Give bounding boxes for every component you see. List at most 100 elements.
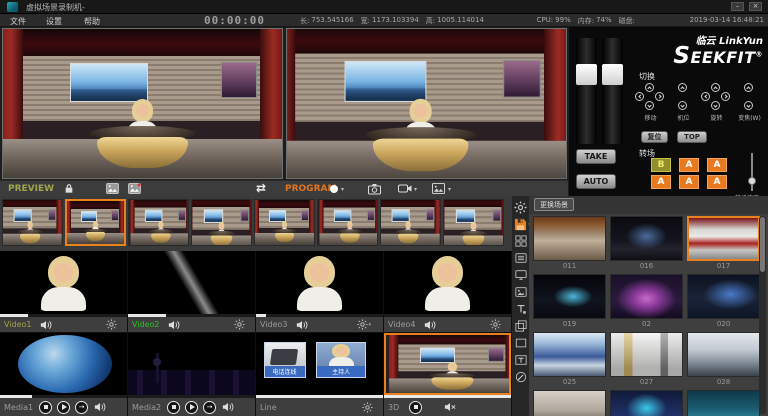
stop-button[interactable] [409, 401, 422, 414]
transition-a-button[interactable]: A [679, 158, 699, 172]
rotate-left-button[interactable] [701, 92, 710, 101]
slider-thumb[interactable] [748, 177, 756, 185]
move-up-button[interactable] [645, 83, 654, 92]
source-tile-video2[interactable]: Video2 [128, 251, 255, 332]
shot-thumbnail[interactable] [128, 199, 189, 246]
position-down-button[interactable] [678, 101, 687, 110]
rotate-down-button[interactable] [711, 101, 720, 110]
shot-thumbnail[interactable] [317, 199, 378, 246]
speaker-icon[interactable] [40, 320, 52, 330]
menu-file[interactable]: 文件 [10, 16, 26, 27]
frame-icon[interactable] [514, 336, 528, 350]
record-options-caret-icon[interactable]: ▾ [341, 186, 344, 193]
picture-output-icon[interactable] [432, 183, 445, 194]
snapshot-image-alert-icon[interactable] [128, 183, 141, 194]
phone-call-thumbnail[interactable]: 电话连线 [264, 342, 306, 378]
scene-scrollbar[interactable] [759, 216, 766, 414]
camera-snapshot-icon[interactable] [368, 183, 381, 195]
loop-button[interactable]: → [75, 401, 88, 414]
close-button[interactable]: × [749, 2, 762, 11]
lock-icon[interactable] [64, 183, 74, 194]
source-tile-video3[interactable]: Video3 ▾ [256, 251, 383, 332]
play-button[interactable] [185, 401, 198, 414]
zoom-out-button[interactable] [744, 101, 753, 110]
text-tool-icon[interactable] [514, 302, 528, 316]
source-tile-media1[interactable]: Media1 → [0, 333, 127, 416]
shot-thumbnail[interactable] [2, 199, 63, 246]
scene-item-selected[interactable]: 017 [687, 216, 760, 272]
auto-button[interactable]: AUTO [576, 174, 616, 189]
position-up-button[interactable] [678, 83, 687, 92]
shot-thumbnail[interactable] [191, 199, 252, 246]
transition-a-button[interactable]: A [707, 158, 727, 172]
scene-item[interactable]: 02 [610, 274, 683, 330]
speaker-icon[interactable] [222, 402, 234, 412]
shot-thumbnail-selected[interactable] [65, 199, 126, 246]
source-tile-3d[interactable]: 3D [384, 333, 511, 416]
speaker-icon[interactable] [94, 402, 106, 412]
scene-item[interactable] [533, 390, 606, 416]
loop-button[interactable]: → [203, 401, 216, 414]
settings-gear-icon[interactable] [514, 200, 528, 214]
host-thumbnail[interactable]: 主持人 [316, 342, 367, 378]
transition-b-button[interactable]: B [651, 158, 671, 172]
t-bar-handle[interactable] [576, 64, 597, 85]
change-scene-tab[interactable]: 更换场景 [534, 198, 574, 211]
gear-icon[interactable] [106, 319, 117, 330]
gear-icon[interactable] [234, 319, 245, 330]
stop-button[interactable] [167, 401, 180, 414]
source-tile-line[interactable]: 电话连线 主持人 Line [256, 333, 383, 416]
scene-item[interactable]: 027 [610, 332, 683, 388]
media-image-icon[interactable] [514, 285, 528, 299]
reset-button[interactable]: 复位 [641, 131, 668, 143]
transition-speed-slider[interactable] [747, 153, 757, 191]
rotate-right-button[interactable] [721, 92, 730, 101]
scene-item[interactable]: 020 [687, 274, 760, 330]
gear-icon[interactable]: ▾ [357, 319, 373, 330]
snapshot-image-icon[interactable] [106, 183, 119, 194]
scene-item[interactable]: 028 [687, 332, 760, 388]
display-icon[interactable] [514, 268, 528, 282]
camcorder-icon[interactable] [398, 183, 412, 194]
layout-grid-icon[interactable] [514, 234, 528, 248]
menu-help[interactable]: 帮助 [84, 16, 100, 27]
swap-preview-program-icon[interactable]: ⇄ [256, 181, 266, 195]
source-tile-video4[interactable]: Video4 [384, 251, 511, 332]
rotate-up-button[interactable] [711, 83, 720, 92]
gear-icon[interactable] [362, 402, 373, 413]
t-bar-fader[interactable] [576, 38, 624, 144]
muted-speaker-icon[interactable] [444, 402, 456, 412]
preview-monitor[interactable] [2, 28, 283, 179]
zoom-in-button[interactable] [744, 83, 753, 92]
minimize-button[interactable]: – [731, 2, 744, 11]
move-right-button[interactable] [655, 92, 664, 101]
source-tile-video1[interactable]: Video1 [0, 251, 127, 332]
program-monitor[interactable] [286, 28, 567, 179]
source-tile-media2[interactable]: Media2 → [128, 333, 255, 416]
move-left-button[interactable] [635, 92, 644, 101]
transition-a-button[interactable]: A [651, 175, 671, 189]
shot-thumbnail[interactable] [443, 199, 504, 246]
speaker-icon[interactable] [296, 320, 308, 330]
gear-icon[interactable] [490, 319, 501, 330]
speaker-icon[interactable] [168, 320, 180, 330]
save-icon[interactable] [514, 217, 528, 231]
t-bar-handle[interactable] [602, 64, 623, 85]
stop-button[interactable] [39, 401, 52, 414]
shot-thumbnail[interactable] [380, 199, 441, 246]
picture-options-caret-icon[interactable]: ▾ [448, 186, 451, 193]
draw-pen-icon[interactable] [514, 370, 528, 384]
scene-item[interactable]: 019 [533, 274, 606, 330]
transition-a-button[interactable]: A [679, 175, 699, 189]
scene-item[interactable] [687, 390, 760, 416]
camcorder-options-caret-icon[interactable]: ▾ [414, 186, 417, 193]
scene-item[interactable]: 011 [533, 216, 606, 272]
speaker-icon[interactable] [424, 320, 436, 330]
shot-thumbnail[interactable] [254, 199, 315, 246]
take-button[interactable]: TAKE [576, 149, 616, 164]
layers-icon[interactable] [514, 319, 528, 333]
scene-item[interactable]: 025 [533, 332, 606, 388]
menu-settings[interactable]: 设置 [46, 16, 62, 27]
top-button[interactable]: TOP [677, 131, 707, 143]
move-down-button[interactable] [645, 101, 654, 110]
